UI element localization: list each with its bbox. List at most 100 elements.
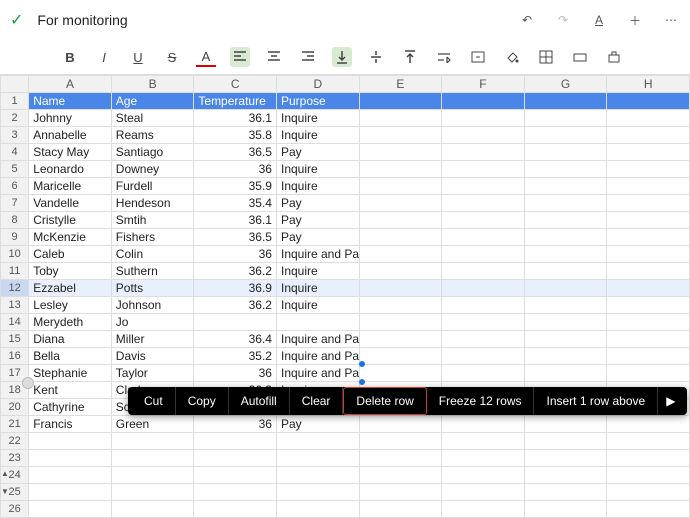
- cell[interactable]: 35.2: [194, 348, 277, 365]
- cell[interactable]: 36: [194, 161, 277, 178]
- cell[interactable]: Green: [111, 416, 194, 433]
- ctx-more-icon[interactable]: ▶: [658, 387, 683, 415]
- font-icon[interactable]: A: [590, 13, 608, 27]
- table-row[interactable]: 16BellaDavis35.2Inquire and Pay: [1, 348, 690, 365]
- col-header[interactable]: C: [194, 76, 277, 93]
- cell[interactable]: Bella: [29, 348, 112, 365]
- ctx-cut[interactable]: Cut: [132, 387, 176, 415]
- cell[interactable]: Steal: [111, 110, 194, 127]
- row-header[interactable]: 16: [1, 348, 29, 365]
- cell[interactable]: 36.9: [194, 280, 277, 297]
- row-header[interactable]: 11: [1, 263, 29, 280]
- row-header[interactable]: 7: [1, 195, 29, 212]
- cell[interactable]: Santiago: [111, 144, 194, 161]
- col-header[interactable]: E: [359, 76, 442, 93]
- selection-handle-icon[interactable]: [359, 361, 365, 367]
- cell[interactable]: Davis: [111, 348, 194, 365]
- row-header[interactable]: 26: [1, 501, 29, 518]
- table-row[interactable]: 22: [1, 433, 690, 450]
- cell[interactable]: 36.5: [194, 229, 277, 246]
- fillcolor-button[interactable]: [502, 47, 522, 67]
- cell[interactable]: Pay: [276, 229, 359, 246]
- cell[interactable]: Name: [29, 93, 112, 110]
- ctx-delete-row[interactable]: Delete row: [343, 387, 426, 415]
- row-header[interactable]: 2: [1, 110, 29, 127]
- row-header[interactable]: 15: [1, 331, 29, 348]
- cell[interactable]: Toby: [29, 263, 112, 280]
- align-right-button[interactable]: [298, 47, 318, 67]
- italic-button[interactable]: I: [94, 47, 114, 67]
- cell-button[interactable]: [570, 47, 590, 67]
- col-header[interactable]: G: [524, 76, 607, 93]
- table-row[interactable]: 11TobySuthern36.2Inquire: [1, 263, 690, 280]
- row-collapse-up-icon[interactable]: ▲: [1, 469, 9, 478]
- cell[interactable]: Smtih: [111, 212, 194, 229]
- cell[interactable]: Leonardo: [29, 161, 112, 178]
- cell[interactable]: Diana: [29, 331, 112, 348]
- undo-icon[interactable]: ↶: [518, 13, 536, 27]
- row-handle-icon[interactable]: [22, 377, 34, 389]
- cell[interactable]: Pay: [276, 416, 359, 433]
- ctx-copy[interactable]: Copy: [176, 387, 229, 415]
- col-header[interactable]: B: [111, 76, 194, 93]
- cell[interactable]: Inquire: [276, 178, 359, 195]
- row-collapse-down-icon[interactable]: ▼: [1, 487, 9, 496]
- cell[interactable]: [194, 314, 277, 331]
- cell[interactable]: 36: [194, 365, 277, 382]
- valign-bottom-button[interactable]: [332, 47, 352, 67]
- cell[interactable]: Suthern: [111, 263, 194, 280]
- cell[interactable]: Jo: [111, 314, 194, 331]
- corner-cell[interactable]: [1, 76, 29, 93]
- strike-button[interactable]: S: [162, 47, 182, 67]
- table-row[interactable]: 14MerydethJo: [1, 314, 690, 331]
- cell[interactable]: 36.2: [194, 297, 277, 314]
- row-header[interactable]: 12: [1, 280, 29, 297]
- cell[interactable]: Furdell: [111, 178, 194, 195]
- cell[interactable]: Inquire and Pay: [276, 246, 359, 263]
- cell[interactable]: 36.4: [194, 331, 277, 348]
- table-row[interactable]: 3AnnabelleReams35.8Inquire: [1, 127, 690, 144]
- cell[interactable]: Stephanie: [29, 365, 112, 382]
- cell[interactable]: Inquire: [276, 110, 359, 127]
- cell[interactable]: 36: [194, 416, 277, 433]
- underline-button[interactable]: U: [128, 47, 148, 67]
- ctx-freeze[interactable]: Freeze 12 rows: [427, 387, 535, 415]
- cell[interactable]: Inquire: [276, 161, 359, 178]
- cell[interactable]: Caleb: [29, 246, 112, 263]
- cell[interactable]: Inquire and Pay: [276, 348, 359, 365]
- cell[interactable]: 35.8: [194, 127, 277, 144]
- more-icon[interactable]: ⋯: [662, 13, 680, 27]
- cell[interactable]: 36.1: [194, 110, 277, 127]
- cell[interactable]: 36.1: [194, 212, 277, 229]
- table-header-row[interactable]: 1 Name Age Temperature Purpose: [1, 93, 690, 110]
- cell[interactable]: Age: [111, 93, 194, 110]
- row-header[interactable]: 22: [1, 433, 29, 450]
- cell[interactable]: 35.9: [194, 178, 277, 195]
- row-header[interactable]: 21: [1, 416, 29, 433]
- cell[interactable]: Inquire: [276, 263, 359, 280]
- cell[interactable]: Purpose: [276, 93, 359, 110]
- row-header[interactable]: 8: [1, 212, 29, 229]
- table-row[interactable]: 26: [1, 501, 690, 518]
- cell[interactable]: Colin: [111, 246, 194, 263]
- row-header[interactable]: 6: [1, 178, 29, 195]
- table-row[interactable]: 7VandelleHendeson35.4Pay: [1, 195, 690, 212]
- clear-format-button[interactable]: [604, 47, 624, 67]
- cell[interactable]: Pay: [276, 195, 359, 212]
- cell[interactable]: Downey: [111, 161, 194, 178]
- align-left-button[interactable]: [230, 47, 250, 67]
- cell[interactable]: Inquire and Pay: [276, 331, 359, 348]
- row-header[interactable]: 10: [1, 246, 29, 263]
- row-header[interactable]: 23: [1, 450, 29, 467]
- ctx-autofill[interactable]: Autofill: [229, 387, 290, 415]
- cell[interactable]: Temperature: [194, 93, 277, 110]
- add-icon[interactable]: ＋: [626, 12, 644, 29]
- cell[interactable]: Potts: [111, 280, 194, 297]
- col-header[interactable]: F: [442, 76, 525, 93]
- cell[interactable]: Francis: [29, 416, 112, 433]
- row-header[interactable]: 4: [1, 144, 29, 161]
- cell[interactable]: Reams: [111, 127, 194, 144]
- table-row[interactable]: 13LesleyJohnson36.2Inquire: [1, 297, 690, 314]
- col-header[interactable]: A: [29, 76, 112, 93]
- cell[interactable]: 36.2: [194, 263, 277, 280]
